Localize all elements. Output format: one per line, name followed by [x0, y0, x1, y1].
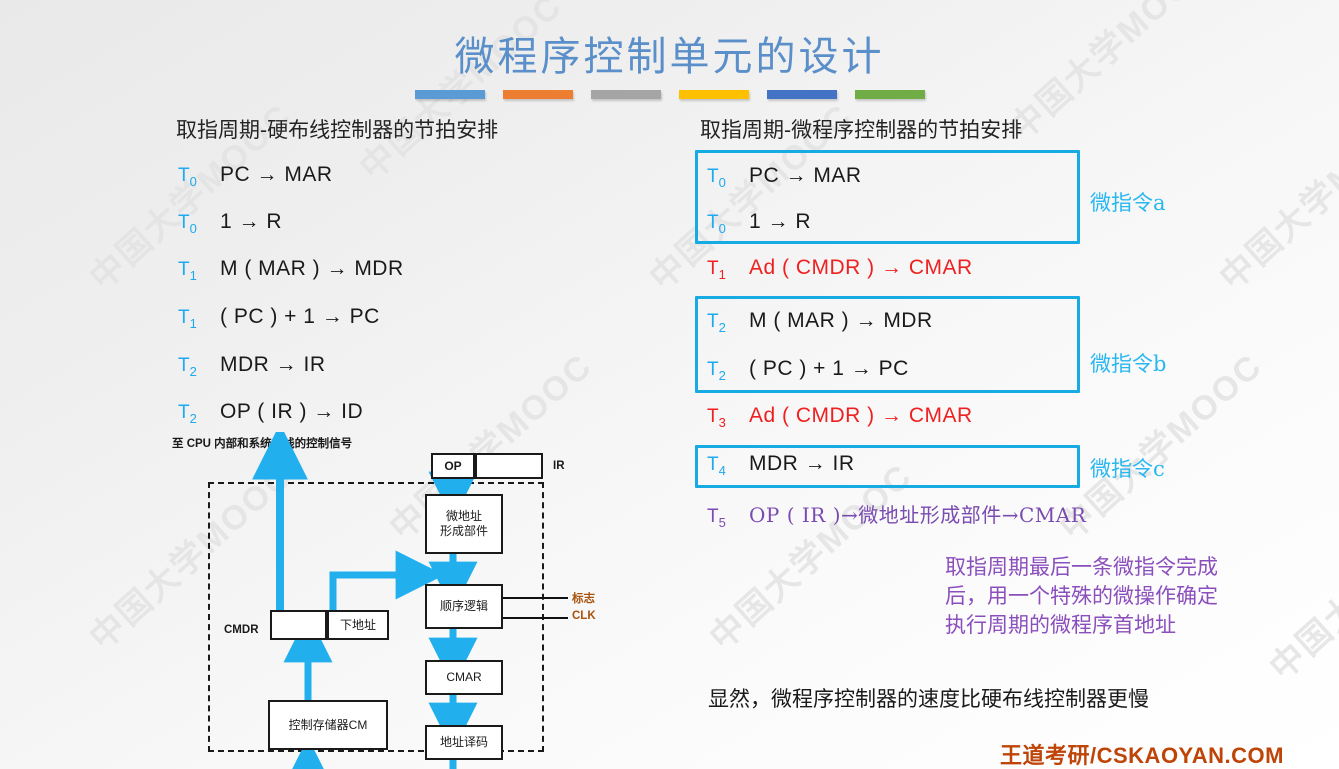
beat-expression: PC → MAR: [220, 163, 333, 186]
micro-address-generator-label: 微地址 形成部件: [439, 509, 488, 538]
purple-note-line-1: 取指周期最后一条微指令完成: [945, 555, 1218, 579]
left-row-3: T1 ( PC ) + 1 → PC: [178, 305, 380, 331]
beat-expression: ( PC ) + 1 → PC: [220, 305, 380, 328]
beat-label: T0: [707, 212, 726, 236]
strip-2: [502, 90, 573, 99]
beat-expression: OP ( IR ) → ID: [220, 400, 364, 423]
left-row-1: T0 1 → R: [178, 210, 282, 236]
microinstruction-a-tag: 微指令a: [1090, 191, 1166, 215]
right-row-3: T2 M ( MAR ) → MDR: [707, 309, 933, 335]
cmdr-label: CMDR: [224, 624, 259, 636]
right-row-1: T0 1 → R: [707, 210, 811, 236]
beat-expression: MDR → IR: [220, 353, 326, 376]
beat-expression: M ( MAR ) → MDR: [749, 309, 933, 332]
right-row-7: T5 OP ( IR )→微地址形成部件→CMAR: [707, 499, 1086, 530]
sequence-logic-box: 顺序逻辑: [425, 584, 503, 629]
purple-note: 取指周期最后一条微指令完成 后，用一个特殊的微操作确定 执行周期的微程序首地址: [945, 553, 1218, 640]
conclusion-text: 显然，微程序控制器的速度比硬布线控制器更慢: [708, 687, 1149, 711]
beat-expression: Ad ( CMDR ) → CMAR: [749, 404, 973, 427]
strip-6: [854, 90, 925, 99]
watermark: 中国大学MOOC: [1212, 96, 1339, 298]
beat-expression: MDR → IR: [749, 452, 855, 475]
ir-register-label: IR: [553, 460, 565, 472]
beat-label: T1: [707, 258, 726, 282]
beat-label: T3: [707, 406, 726, 430]
left-row-4: T2 MDR → IR: [178, 353, 326, 379]
right-row-5: T3 Ad ( CMDR ) → CMAR: [707, 404, 973, 430]
address-decoder-box: 地址译码: [425, 725, 503, 760]
cmdr-next-address-field: 下地址: [327, 610, 389, 640]
micro-address-generator-box: 微地址 形成部件: [425, 494, 503, 554]
footer-brand: 王道考研/CSKAOYAN.COM: [1000, 743, 1284, 768]
flag-label: 标志: [572, 593, 595, 605]
right-row-4: T2 ( PC ) + 1 → PC: [707, 357, 909, 383]
strip-1: [414, 90, 485, 99]
beat-label: T2: [707, 359, 726, 383]
slide-canvas: 中国大学MOOC 中国大学MOOC 中国大学MOOC 中国大学MOOC 中国大学…: [0, 0, 1339, 769]
right-row-6: T4 MDR → IR: [707, 452, 855, 478]
left-column-heading: 取指周期-硬布线控制器的节拍安排: [176, 118, 499, 142]
strip-3: [590, 90, 661, 99]
left-row-2: T1 M ( MAR ) → MDR: [178, 257, 404, 283]
beat-label: T0: [178, 212, 197, 236]
beat-label: T2: [178, 355, 197, 379]
clk-label: CLK: [572, 610, 596, 622]
cmdr-control-field: [270, 610, 327, 640]
title-underline-strips: [414, 90, 925, 99]
beat-label: T0: [178, 165, 197, 189]
beat-label: T2: [707, 311, 726, 335]
beat-expression: PC → MAR: [749, 164, 862, 187]
ir-register-op-field: OP: [431, 453, 475, 479]
beat-expression: ( PC ) + 1 → PC: [749, 357, 909, 380]
purple-note-line-2: 后，用一个特殊的微操作确定: [945, 584, 1218, 608]
strip-5: [766, 90, 837, 99]
microinstruction-b-tag: 微指令b: [1090, 352, 1167, 376]
left-row-0: T0 PC → MAR: [178, 163, 333, 189]
beat-expression: M ( MAR ) → MDR: [220, 257, 404, 280]
beat-label: T4: [707, 454, 726, 478]
beat-label: T1: [178, 307, 197, 331]
purple-note-line-3: 执行周期的微程序首地址: [945, 613, 1176, 637]
microinstruction-c-tag: 微指令c: [1090, 457, 1165, 481]
beat-label: T1: [178, 259, 197, 283]
beat-expression: Ad ( CMDR ) → CMAR: [749, 256, 973, 279]
strip-4: [678, 90, 749, 99]
beat-label: T2: [178, 402, 197, 426]
watermark: 中国大学MOOC: [1262, 486, 1339, 688]
control-storage-cm-box: 控制存储器CM: [268, 700, 388, 750]
left-row-5: T2 OP ( IR ) → ID: [178, 400, 363, 426]
ir-register-addr-field: [475, 453, 543, 479]
right-row-2: T1 Ad ( CMDR ) → CMAR: [707, 256, 973, 282]
beat-label: T5: [707, 506, 726, 530]
right-row-0: T0 PC → MAR: [707, 164, 862, 190]
cmar-box: CMAR: [425, 660, 503, 695]
beat-expression: 1 → R: [749, 210, 812, 233]
beat-label: T0: [707, 166, 726, 190]
page-title: 微程序控制单元的设计: [454, 34, 885, 80]
beat-expression: OP ( IR )→微地址形成部件→CMAR: [749, 503, 1087, 527]
microprogram-control-unit-diagram: 至 CPU 内部和系统总线的控制信号 OP IR 微地址 形成部件 顺序逻辑 C…: [170, 432, 650, 769]
right-column-heading: 取指周期-微程序控制器的节拍安排: [700, 118, 1023, 142]
beat-expression: 1 → R: [220, 210, 283, 233]
